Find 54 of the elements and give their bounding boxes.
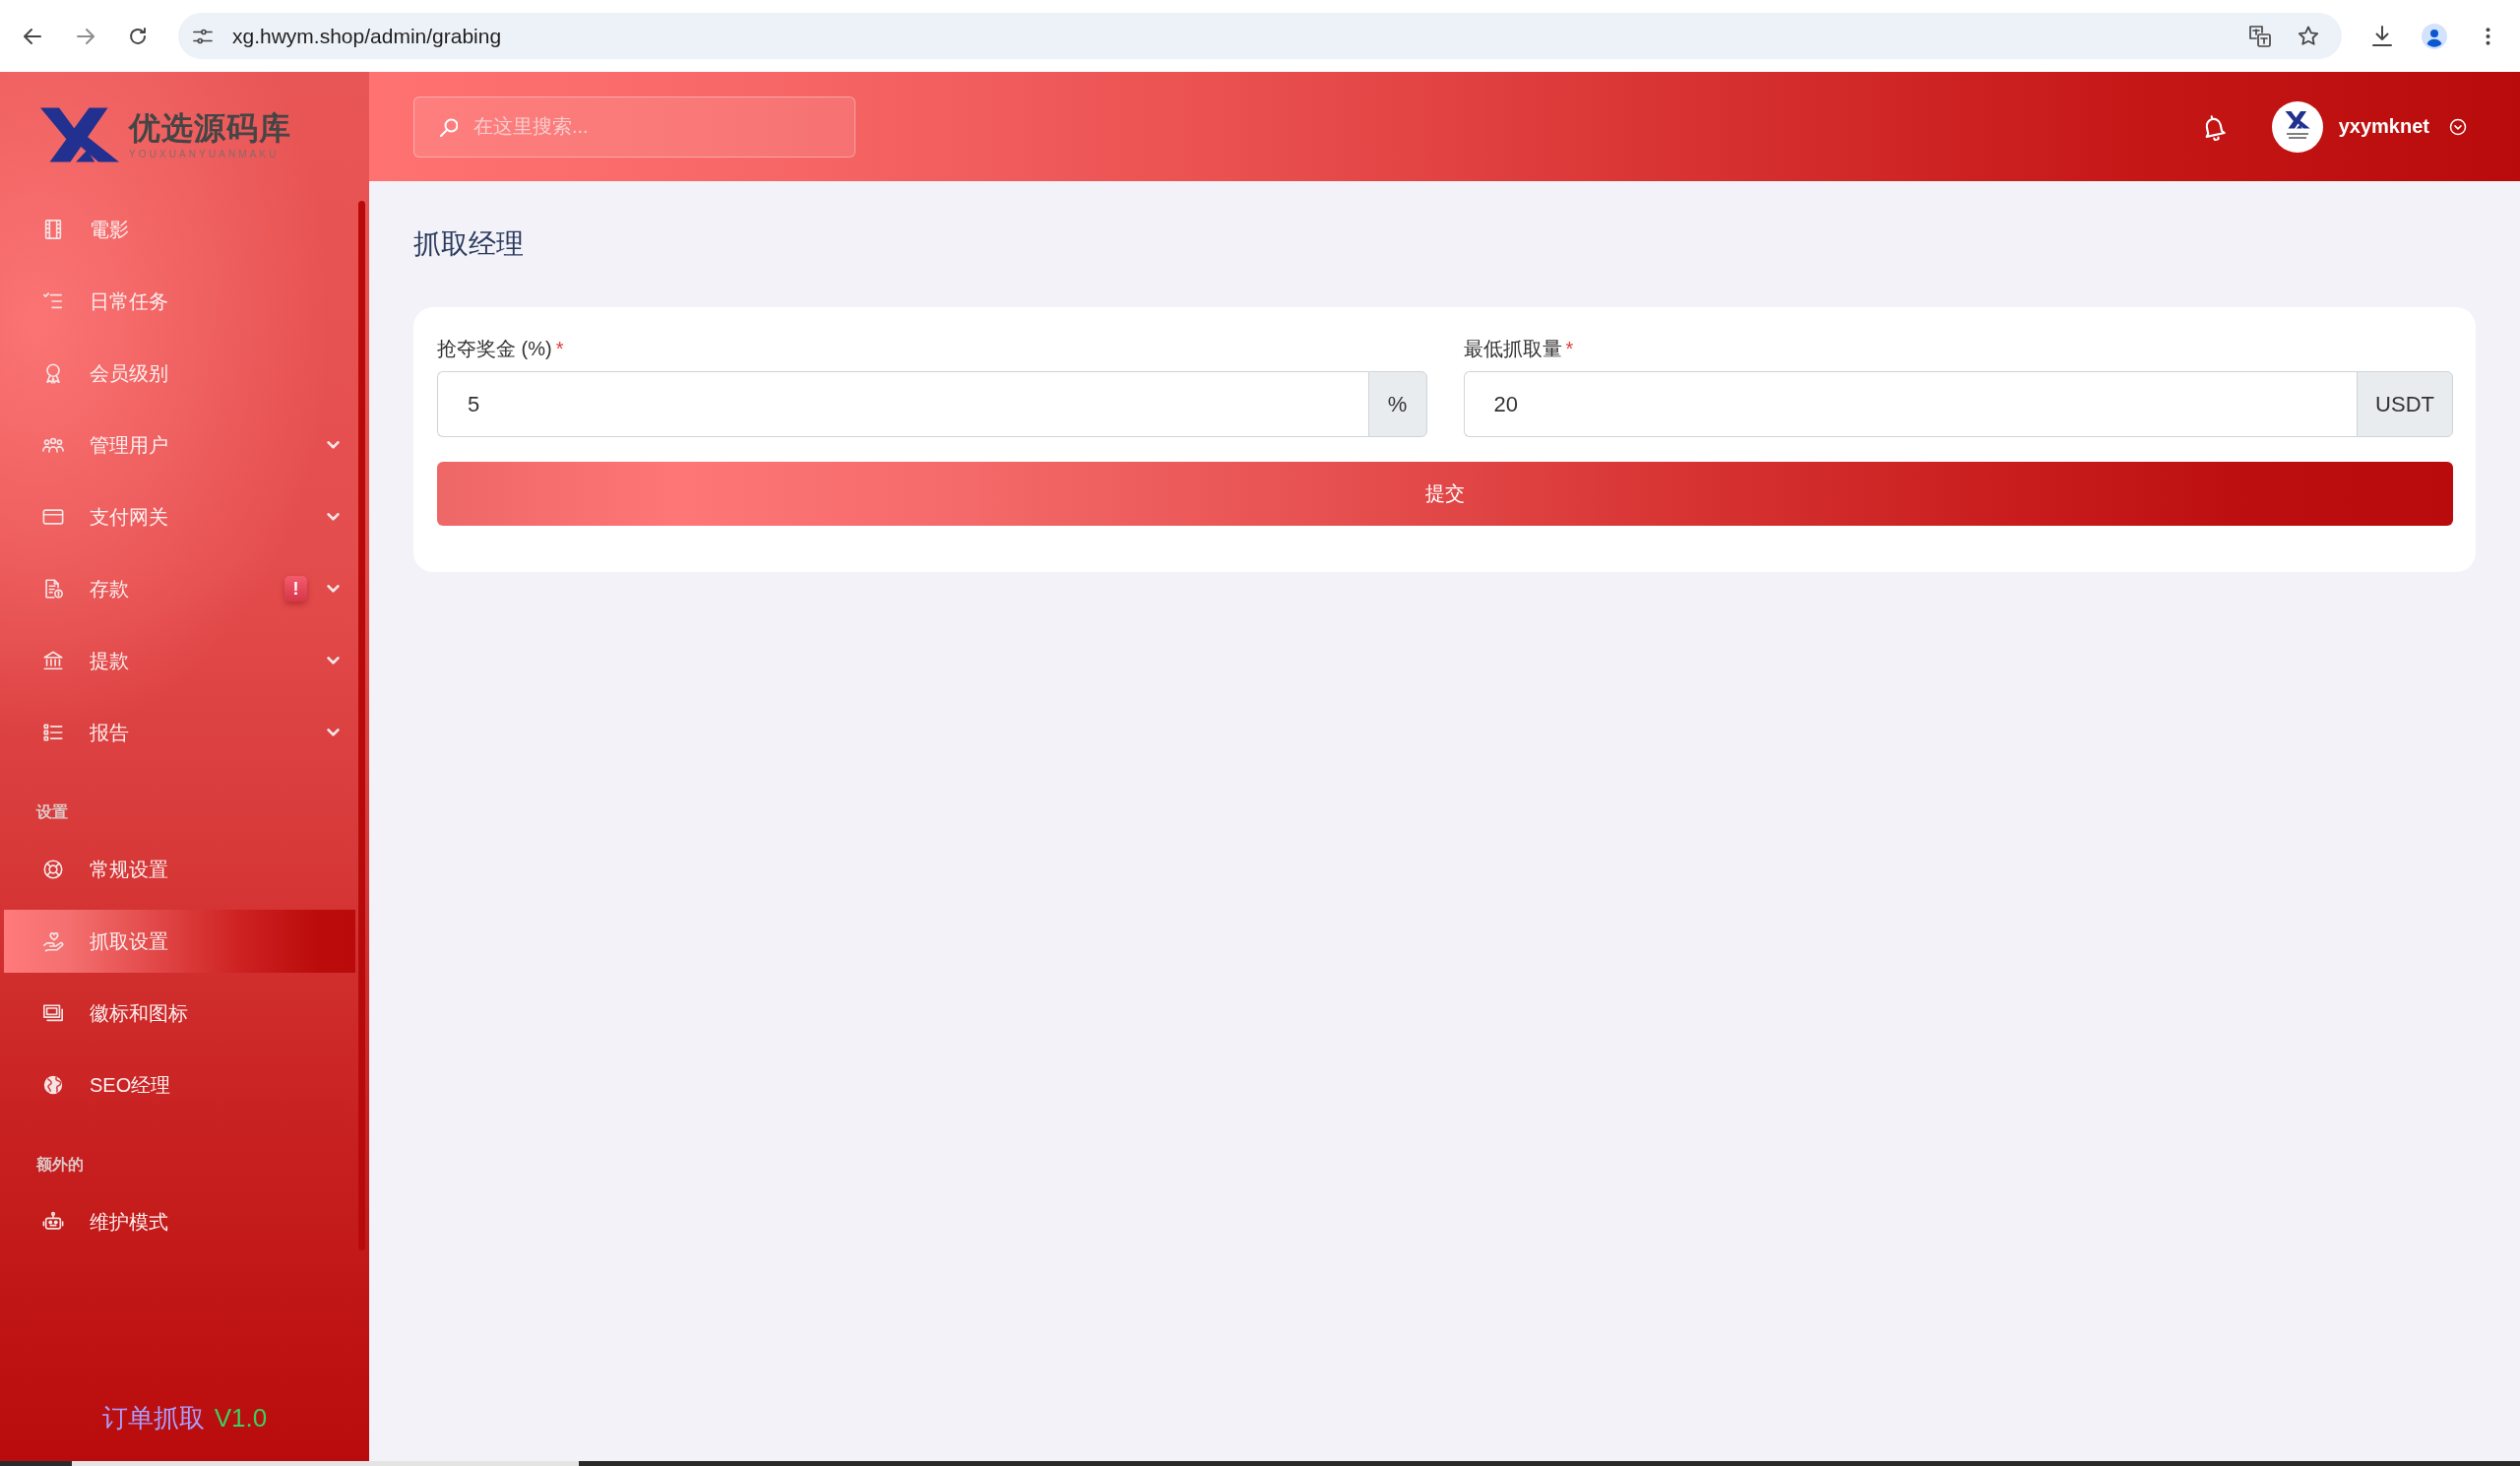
lifebuoy-icon: [42, 859, 64, 880]
sidebar-item[interactable]: 报告: [4, 701, 355, 764]
film-icon: [42, 219, 64, 240]
sidebar-item[interactable]: 支付网关: [4, 485, 355, 548]
section-heading: 额外的: [36, 1155, 84, 1175]
version-label: V1.0: [214, 1402, 268, 1434]
unit-label: %: [1367, 371, 1427, 437]
field-label: 最低抓取量: [1463, 336, 1562, 361]
sidebar-item[interactable]: 抓取设置: [4, 910, 355, 973]
sidebar-scrollbar[interactable]: [358, 201, 365, 1250]
hand-heart-icon: [42, 930, 64, 952]
robot-icon: [42, 1211, 64, 1233]
input-field[interactable]: 5: [437, 371, 1368, 437]
url-text: xg.hwym.shop/admin/grabing: [232, 24, 502, 48]
profile-icon[interactable]: [2422, 23, 2447, 49]
credit-card-icon: [42, 506, 64, 528]
star-icon[interactable]: [2297, 24, 2320, 48]
sidebar-item[interactable]: 提款: [4, 629, 355, 692]
sidebar-item[interactable]: SEO经理: [4, 1053, 355, 1116]
input-field[interactable]: 20: [1463, 371, 2358, 437]
download-icon[interactable]: [2370, 24, 2394, 48]
required-mark: *: [555, 337, 564, 360]
bank-icon: [42, 650, 64, 671]
invoice-icon: [42, 578, 64, 600]
required-mark: *: [1565, 337, 1574, 360]
address-bar[interactable]: xg.hwym.shop/admin/grabing: [178, 13, 2342, 59]
sidebar-item[interactable]: 常规设置: [4, 838, 355, 901]
sidebar-item[interactable]: 维护模式: [4, 1190, 355, 1253]
dropdown-chevron-icon[interactable]: [2449, 117, 2467, 136]
sidebar-item[interactable]: 電影: [4, 198, 355, 261]
brand-tagline: YOUXUANYUANMAKU: [129, 149, 281, 160]
sidebar-item[interactable]: 日常任务: [4, 270, 355, 333]
sidebar-item[interactable]: 会员级别: [4, 342, 355, 405]
field-label: 抢夺奖金 (%): [437, 336, 552, 361]
section-heading: 设置: [36, 802, 68, 822]
app-name: 订单抓取: [101, 1402, 205, 1434]
alert-badge: !: [284, 576, 307, 602]
sidebar-item[interactable]: 管理用户: [4, 414, 355, 477]
globe-icon: [42, 1074, 64, 1096]
more-menu-icon[interactable]: [2486, 26, 2490, 46]
logo-icon[interactable]: [40, 107, 119, 162]
list-icon: [42, 722, 64, 743]
sidebar-item[interactable]: 存款 !: [4, 557, 355, 620]
page-title: 抓取经理: [413, 227, 524, 261]
user-name[interactable]: yxymknet: [2338, 115, 2429, 138]
unit-label: USDT: [2357, 371, 2453, 437]
sidebar-item[interactable]: 徽标和图标: [4, 982, 355, 1045]
translate-icon[interactable]: [2248, 24, 2272, 48]
submit-button[interactable]: 提交: [437, 462, 2453, 526]
images-icon: [42, 1002, 64, 1024]
brand-name: 优选源码库: [129, 109, 291, 147]
search-icon: [438, 116, 458, 137]
page-scrollbar[interactable]: [72, 1461, 579, 1466]
logo-avatar-icon[interactable]: [2271, 100, 2323, 153]
